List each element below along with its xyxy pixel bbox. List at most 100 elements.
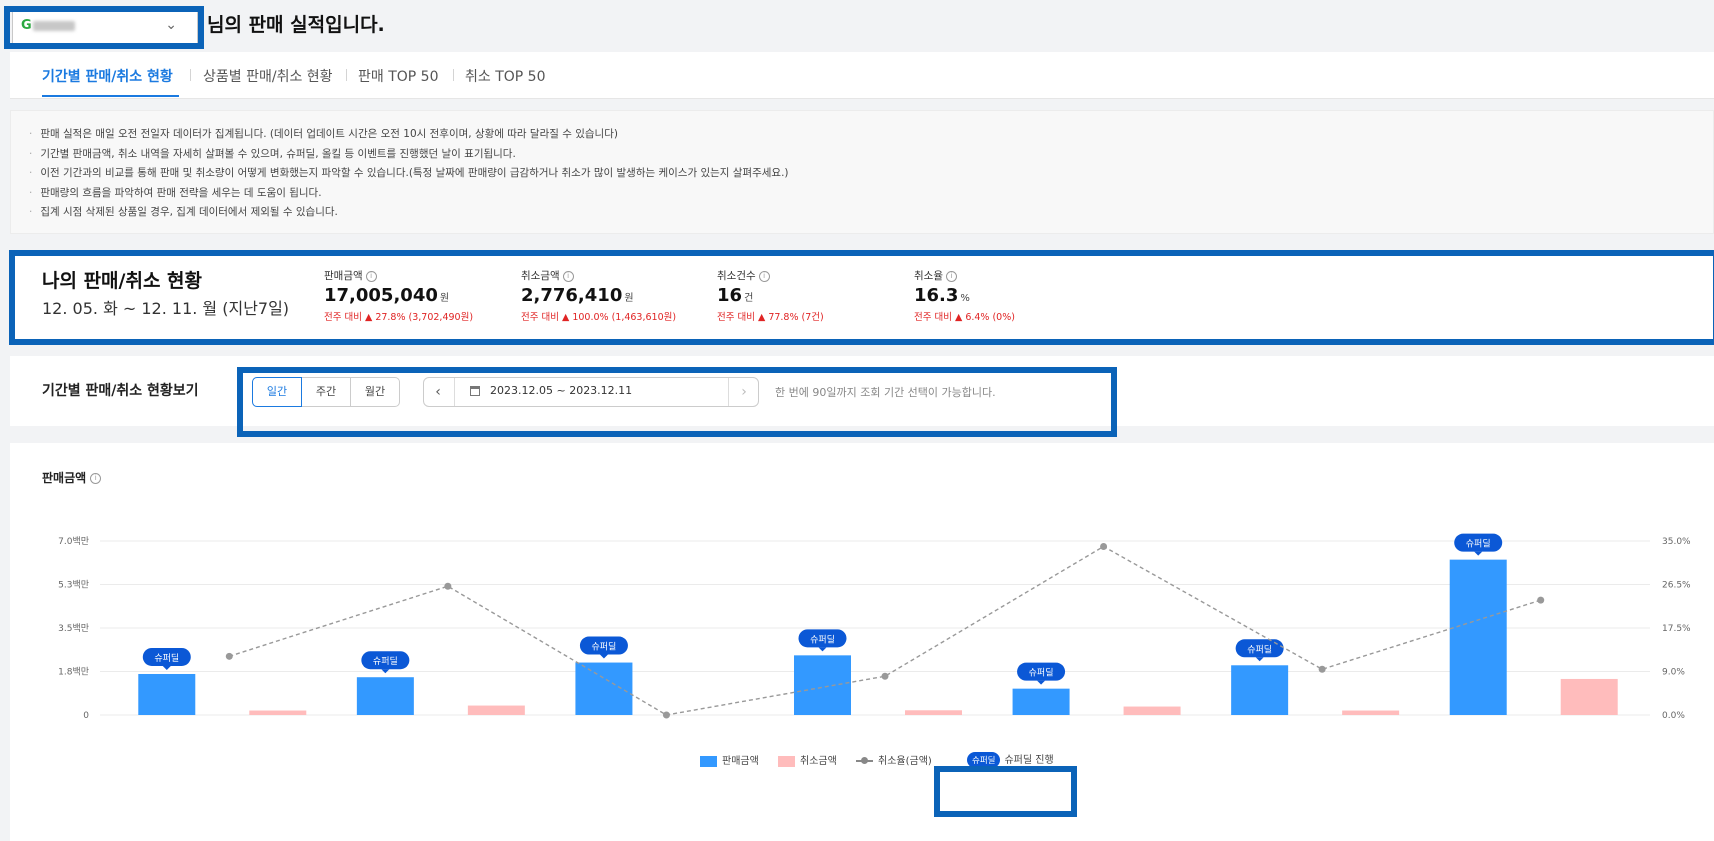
superdeal-badge-label: 슈퍼딜 xyxy=(154,652,179,664)
legend-item-cancel[interactable]: 취소금액 xyxy=(778,752,837,767)
info-icon[interactable]: i xyxy=(758,270,770,282)
metric-compare: 전주 대비 ▲ 77.8% (7건) xyxy=(717,312,824,323)
y2-tick-label: 35.0% xyxy=(1662,537,1691,547)
legend-item-cancel-rate[interactable]: 취소율(금액) xyxy=(856,752,932,767)
superdeal-badge-pointer xyxy=(818,647,827,652)
divider xyxy=(454,378,455,406)
metric-unit: % xyxy=(960,293,970,304)
bar-sales xyxy=(1231,665,1289,715)
legend-swatch xyxy=(700,755,717,767)
superdeal-badge-label: 슈퍼딜 xyxy=(1466,538,1491,550)
metric-label: 취소건수 xyxy=(717,270,756,282)
period-daily-button[interactable]: 일간 xyxy=(252,377,302,407)
y-tick-label: 5.3백만 xyxy=(58,580,89,591)
metric-label: 취소율 xyxy=(914,270,943,282)
range-limit-note: 한 번에 90일까지 조회 기간 선택이 가능합니다. xyxy=(775,386,996,399)
cancel-rate-point xyxy=(225,652,233,660)
legend-swatch xyxy=(778,755,795,767)
legend-item-sales[interactable]: 판매금액 xyxy=(700,752,759,767)
calendar-icon xyxy=(470,386,480,396)
chart-card: 판매금액 i 0 1.8백만 3.5백만 5.3백만 7.0백만 0.0% 9.0% 17.5%… xyxy=(10,443,1714,841)
bar-cancel xyxy=(1123,706,1181,715)
filter-title: 기간별 판매/취소 현황보기 xyxy=(42,383,199,399)
cancel-rate-point xyxy=(662,711,670,719)
chevron-down-icon: ⌄ xyxy=(165,17,177,33)
bar-sales xyxy=(1012,688,1070,715)
blurred-account-name xyxy=(33,21,75,31)
metric-unit: 원 xyxy=(439,293,450,304)
bar-cancel xyxy=(1560,678,1618,715)
legend-label: 슈퍼딜 진행 xyxy=(1004,755,1054,766)
superdeal-badge-label: 슈퍼딜 xyxy=(1029,667,1054,679)
metric-compare: 전주 대비 ▲ 100.0% (1,463,610원) xyxy=(521,312,677,323)
cancel-rate-point xyxy=(1100,542,1108,550)
sales-chart: 0 1.8백만 3.5백만 5.3백만 7.0백만 0.0% 9.0% 17.5% 26.5% 3… xyxy=(58,533,1691,721)
chart-legend: 판매금액 취소금액 취소율(금액) 슈퍼딜 슈퍼딜 진행 xyxy=(700,751,1070,768)
tab-period-sales[interactable]: 기간별 판매/취소 현황 xyxy=(42,66,173,86)
bar-sales xyxy=(1449,559,1507,715)
tab-divider xyxy=(346,69,347,81)
y2-tick-label: 0.0% xyxy=(1662,711,1685,721)
notice-item: 기간별 판매금액, 취소 내역을 자세히 살펴볼 수 있으며, 슈퍼딜, 올킬 … xyxy=(29,145,1713,165)
notice-item: 판매량의 흐름을 파악하여 판매 전략을 세우는 데 도움이 됩니다. xyxy=(29,184,1713,204)
notice-item: 집계 시점 삭제된 상품일 경우, 집계 데이터에서 제외될 수 있습니다. xyxy=(29,203,1713,223)
sales-summary: 나의 판매/취소 현황 12. 05. 화 ~ 12. 11. 월 (지난7일)… xyxy=(10,256,1714,340)
metric-value: 2,776,410 xyxy=(521,285,623,306)
metric-unit: 건 xyxy=(744,293,754,304)
superdeal-badge-pointer xyxy=(162,665,171,670)
bar-sales xyxy=(356,677,414,715)
seller-account-select[interactable]: G ⌄ xyxy=(12,10,198,44)
notice-item: 판매 실적은 매일 오전 전일자 데이터가 집계됩니다. (데이터 업데이트 시… xyxy=(29,125,1713,145)
legend-label: 취소금액 xyxy=(800,756,837,767)
y-tick-label: 7.0백만 xyxy=(58,536,89,547)
cancel-rate-point xyxy=(1318,665,1326,673)
y2-tick-label: 9.0% xyxy=(1662,668,1685,678)
notice-item: 이전 기간과의 비교를 통해 판매 및 취소량이 어떻게 변화했는지 파악할 수… xyxy=(29,164,1713,184)
legend-label: 취소율(금액) xyxy=(878,756,932,767)
period-monthly-button[interactable]: 월간 xyxy=(350,377,400,407)
bar-cancel xyxy=(905,710,962,715)
active-tab-indicator xyxy=(42,95,179,97)
bar-sales xyxy=(575,662,633,715)
info-icon[interactable]: i xyxy=(945,270,957,282)
tab-product-sales[interactable]: 상품별 판매/취소 현황 xyxy=(203,66,333,86)
period-filter: 기간별 판매/취소 현황보기 일간 주간 월간 ‹ 2023.12.05 ~ 2… xyxy=(10,356,1714,426)
metric-cancel-amount: 취소금액 i 2,776,410 원 전주 대비 ▲ 100.0% (1,463,6… xyxy=(521,268,676,323)
bar-cancel xyxy=(1342,710,1400,715)
tab-sales-top50[interactable]: 판매 TOP 50 xyxy=(358,66,439,86)
page-title: 님의 판매 실적입니다. xyxy=(207,14,385,36)
info-icon[interactable]: i xyxy=(562,270,574,282)
y-tick-label: 3.5백만 xyxy=(58,623,89,634)
metric-value: 16 xyxy=(717,285,743,306)
bar-cancel xyxy=(249,710,307,715)
tab-cancel-top50[interactable]: 취소 TOP 50 xyxy=(465,66,546,86)
notice-box: 판매 실적은 매일 오전 전일자 데이터가 집계됩니다. (데이터 업데이트 시… xyxy=(10,110,1714,234)
date-range-picker[interactable]: ‹ 2023.12.05 ~ 2023.12.11 › xyxy=(423,377,759,407)
superdeal-badge-pointer xyxy=(1255,657,1264,662)
metric-unit: 원 xyxy=(624,293,634,304)
y2-tick-label: 17.5% xyxy=(1662,624,1691,634)
y2-tick-label: 26.5% xyxy=(1662,581,1691,591)
next-range-icon[interactable]: › xyxy=(730,378,758,406)
divider xyxy=(728,378,729,406)
cancel-rate-point xyxy=(881,672,889,680)
y-tick-label: 0 xyxy=(83,711,89,721)
superdeal-badge-pointer xyxy=(599,654,608,659)
period-weekly-button[interactable]: 주간 xyxy=(301,377,351,407)
metric-compare: 전주 대비 ▲ 6.4% (0%) xyxy=(914,312,1015,323)
cancel-rate-point xyxy=(444,582,452,590)
info-icon[interactable]: i xyxy=(365,270,377,282)
legend-item-superdeal: 슈퍼딜 슈퍼딜 진행 xyxy=(967,751,1054,768)
cancel-rate-line xyxy=(229,545,1541,716)
account-initial: G xyxy=(21,18,32,33)
metric-sales-amount: 판매금액 i 17,005,040 원 전주 대비 ▲ 27.8% (3,702,4… xyxy=(324,268,473,323)
cancel-rate-point xyxy=(1537,596,1545,604)
summary-period: 12. 05. 화 ~ 12. 11. 월 (지난7일) xyxy=(42,299,290,318)
tab-bar: 기간별 판매/취소 현황 상품별 판매/취소 현황 판매 TOP 50 취소 T… xyxy=(10,52,1714,99)
summary-title: 나의 판매/취소 현황 xyxy=(42,270,203,292)
prev-range-icon[interactable]: ‹ xyxy=(424,378,452,406)
metric-cancel-count: 취소건수 i 16 건 전주 대비 ▲ 77.8% (7건) xyxy=(717,268,824,323)
legend-label: 판매금액 xyxy=(722,756,759,767)
metric-cancel-rate: 취소율 i 16.3% 전주 대비 ▲ 6.4% (0%) xyxy=(914,268,1015,323)
superdeal-badge-pointer xyxy=(1474,551,1483,556)
